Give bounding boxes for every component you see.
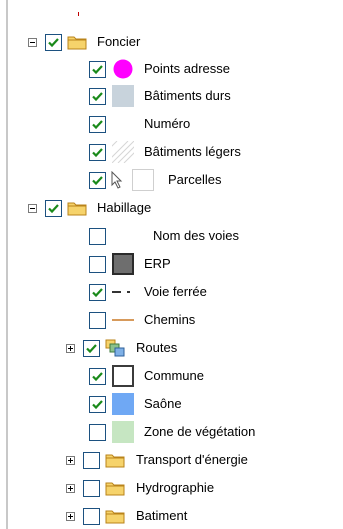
layer-points-adresse[interactable]: Points adresse bbox=[89, 57, 230, 81]
layer-checkbox[interactable] bbox=[89, 171, 106, 189]
dash-dot-line-symbol bbox=[111, 281, 135, 303]
hatched-fill-symbol bbox=[111, 141, 135, 163]
layer-label: Nom des voies bbox=[153, 228, 239, 243]
checkmark-icon bbox=[92, 64, 103, 74]
layer-label: Hydrographie bbox=[136, 480, 215, 495]
layer-batiments-durs[interactable]: Bâtiments durs bbox=[89, 84, 231, 108]
layer-label: Numéro bbox=[144, 116, 191, 131]
layer-label: Bâtiments durs bbox=[144, 88, 231, 103]
layer-label: Points adresse bbox=[144, 61, 230, 76]
collapse-icon[interactable] bbox=[28, 203, 37, 213]
layer-hydrographie[interactable]: Hydrographie bbox=[66, 476, 214, 500]
layer-label: Transport d'énergie bbox=[136, 452, 248, 467]
cursor-icon bbox=[111, 171, 123, 189]
checkmark-icon bbox=[86, 343, 97, 353]
layer-transport-energie[interactable]: Transport d'énergie bbox=[66, 448, 248, 472]
checkmark-icon bbox=[92, 287, 103, 297]
checkmark-icon bbox=[92, 175, 103, 185]
red-marker bbox=[78, 12, 79, 16]
expand-icon[interactable] bbox=[66, 511, 75, 521]
layer-parcelles[interactable]: Parcelles bbox=[89, 168, 221, 192]
layer-label: Parcelles bbox=[168, 172, 222, 187]
group-habillage[interactable]: Habillage bbox=[28, 196, 151, 220]
layer-checkbox[interactable] bbox=[89, 423, 106, 441]
layer-label: Commune bbox=[144, 368, 204, 383]
layer-checkbox[interactable] bbox=[83, 451, 100, 469]
white-box-symbol bbox=[131, 169, 155, 191]
layer-voie-ferree[interactable]: Voie ferrée bbox=[89, 280, 207, 304]
left-panel-border bbox=[6, 0, 8, 529]
layer-label: Saône bbox=[144, 396, 182, 411]
layer-erp[interactable]: ERP bbox=[89, 252, 171, 276]
empty-symbol bbox=[111, 113, 135, 135]
checkmark-icon bbox=[92, 91, 103, 101]
layer-checkbox[interactable] bbox=[89, 367, 106, 385]
blue-fill-symbol bbox=[111, 393, 135, 415]
layer-label: Zone de végétation bbox=[144, 424, 256, 439]
checkmark-icon bbox=[92, 147, 103, 157]
empty-symbol bbox=[111, 225, 135, 247]
layer-label: Voie ferrée bbox=[144, 284, 207, 299]
layer-zone-vegetation[interactable]: Zone de végétation bbox=[89, 420, 255, 444]
layer-label: ERP bbox=[144, 256, 171, 271]
light-green-fill-symbol bbox=[111, 421, 135, 443]
outlined-box-symbol bbox=[111, 365, 135, 387]
layer-checkbox[interactable] bbox=[89, 60, 106, 78]
expand-icon[interactable] bbox=[66, 483, 75, 493]
group-label: Habillage bbox=[97, 200, 152, 215]
layer-label: Chemins bbox=[144, 312, 196, 327]
layer-label: Batiment bbox=[136, 508, 188, 523]
layer-checkbox[interactable] bbox=[89, 311, 106, 329]
folder-icon bbox=[105, 482, 125, 496]
group-label: Foncier bbox=[97, 34, 141, 49]
folder-icon bbox=[105, 510, 125, 524]
layer-checkbox[interactable] bbox=[83, 339, 100, 357]
layer-checkbox[interactable] bbox=[89, 227, 106, 245]
checkmark-icon bbox=[92, 371, 103, 381]
collapse-icon[interactable] bbox=[28, 37, 37, 47]
layer-routes[interactable]: Routes bbox=[66, 336, 177, 360]
layer-saone[interactable]: Saône bbox=[89, 392, 182, 416]
checkmark-icon bbox=[48, 203, 59, 213]
checkmark-icon bbox=[92, 399, 103, 409]
layer-checkbox[interactable] bbox=[89, 115, 106, 133]
layer-nom-des-voies[interactable]: Nom des voies bbox=[89, 224, 239, 248]
expand-icon[interactable] bbox=[66, 455, 75, 465]
gray-fill-symbol bbox=[111, 85, 135, 107]
layer-checkbox[interactable] bbox=[89, 143, 106, 161]
group-foncier-checkbox[interactable] bbox=[45, 33, 62, 51]
folder-icon bbox=[67, 36, 87, 50]
layer-batiment[interactable]: Batiment bbox=[66, 504, 187, 528]
toolbar-strip bbox=[8, 0, 343, 26]
layer-label: Bâtiments légers bbox=[144, 144, 241, 159]
layer-checkbox[interactable] bbox=[83, 507, 100, 525]
layer-checkbox[interactable] bbox=[83, 479, 100, 497]
layer-batiments-legers[interactable]: Bâtiments légers bbox=[89, 140, 241, 164]
layer-chemins[interactable]: Chemins bbox=[89, 308, 195, 332]
layer-commune[interactable]: Commune bbox=[89, 364, 204, 388]
layers-icon bbox=[105, 339, 125, 357]
layer-label: Routes bbox=[136, 340, 178, 355]
layer-checkbox[interactable] bbox=[89, 255, 106, 273]
folder-icon bbox=[105, 454, 125, 468]
checkmark-icon bbox=[92, 119, 103, 129]
magenta-dot-symbol bbox=[111, 58, 135, 80]
group-foncier[interactable]: Foncier bbox=[28, 30, 140, 54]
layer-checkbox[interactable] bbox=[89, 283, 106, 301]
checkmark-icon bbox=[48, 37, 59, 47]
expand-icon[interactable] bbox=[66, 343, 75, 353]
folder-icon bbox=[67, 202, 87, 216]
group-habillage-checkbox[interactable] bbox=[45, 199, 62, 217]
layer-checkbox[interactable] bbox=[89, 87, 106, 105]
layer-numero[interactable]: Numéro bbox=[89, 112, 190, 136]
orange-line-symbol bbox=[111, 309, 135, 331]
dark-gray-box-symbol bbox=[111, 253, 135, 275]
layer-checkbox[interactable] bbox=[89, 395, 106, 413]
